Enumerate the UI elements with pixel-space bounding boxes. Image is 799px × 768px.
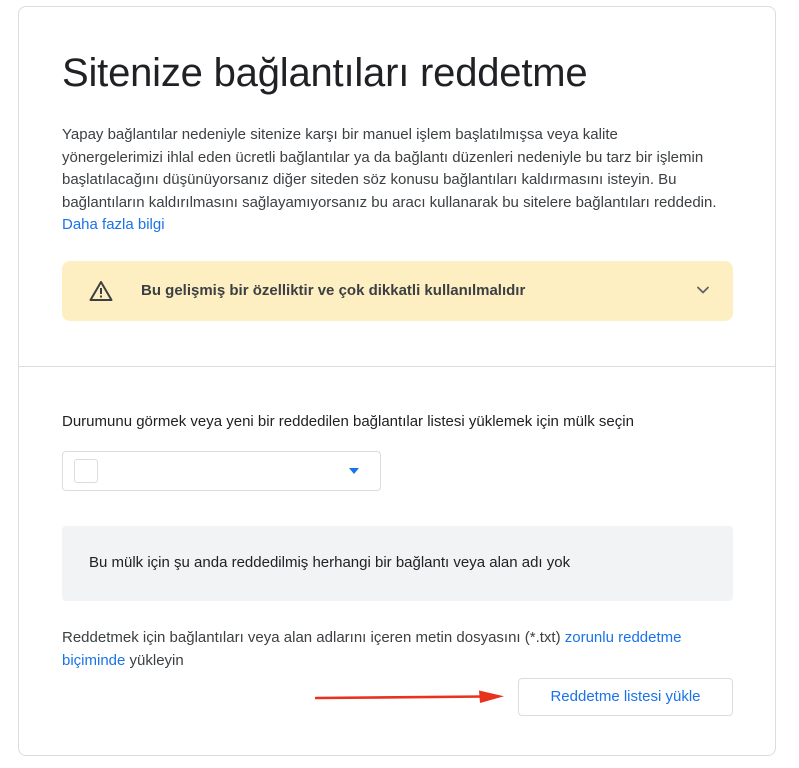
caret-down-icon — [349, 468, 359, 474]
empty-state-box: Bu mülk için şu anda reddedilmiş herhang… — [62, 526, 733, 601]
red-arrow-icon — [315, 690, 504, 703]
intro-description: Yapay bağlantılar nedeniyle sitenize kar… — [62, 124, 722, 237]
warning-triangle-icon — [89, 281, 113, 301]
upload-disavow-list-button[interactable]: Reddetme listesi yükle — [518, 678, 733, 716]
property-favicon — [74, 459, 98, 483]
header-section: Sitenize bağlantıları reddetme Yapay bağ… — [19, 7, 775, 367]
intro-text: Yapay bağlantılar nedeniyle sitenize kar… — [62, 126, 717, 211]
learn-more-link[interactable]: Daha fazla bilgi — [62, 216, 165, 233]
upload-note-before: Reddetmek için bağlantıları veya alan ad… — [62, 629, 565, 646]
warning-text: Bu gelişmiş bir özelliktir ve çok dikkat… — [141, 282, 526, 299]
property-select-prompt: Durumunu görmek veya yeni bir reddedilen… — [62, 413, 634, 430]
upload-instructions: Reddetmek için bağlantıları veya alan ad… — [62, 627, 682, 672]
property-select[interactable] — [62, 451, 381, 491]
advanced-feature-warning[interactable]: Bu gelişmiş bir özelliktir ve çok dikkat… — [62, 261, 733, 321]
page-title: Sitenize bağlantıları reddetme — [62, 51, 588, 95]
chevron-down-icon[interactable] — [695, 282, 711, 298]
disavow-links-card: Sitenize bağlantıları reddetme Yapay bağ… — [18, 6, 776, 756]
upload-note-after: yükleyin — [125, 651, 184, 669]
empty-state-text: Bu mülk için şu anda reddedilmiş herhang… — [89, 554, 571, 571]
